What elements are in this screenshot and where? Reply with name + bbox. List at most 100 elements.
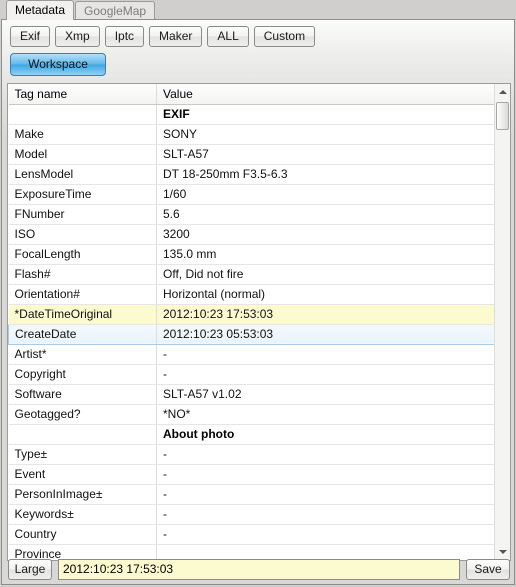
cell-value[interactable]: - bbox=[156, 444, 494, 465]
table-header-row: Tag name Value bbox=[8, 84, 494, 105]
filter-button-exif[interactable]: Exif bbox=[10, 26, 51, 47]
table-row[interactable]: FocalLength 135.0 mm bbox=[8, 244, 494, 265]
metadata-panel: Exif Xmp Iptc Maker ALL Custom Workspace bbox=[1, 19, 515, 585]
cell-value[interactable]: SONY bbox=[156, 124, 494, 145]
table-row[interactable]: Geotagged? *NO* bbox=[8, 404, 494, 425]
cell-value[interactable]: 5.6 bbox=[156, 204, 494, 225]
cell-tag-name[interactable]: Software bbox=[8, 384, 157, 405]
table-row[interactable]: Orientation# Horizontal (normal) bbox=[8, 284, 494, 305]
cell-value[interactable]: About photo bbox=[156, 424, 494, 445]
cell-tag-name[interactable]: Keywords± bbox=[8, 504, 157, 525]
cell-tag-name[interactable]: Model bbox=[8, 144, 157, 165]
table-row[interactable]: *DateTimeOriginal 2012:10:23 17:53:03 bbox=[8, 304, 494, 325]
cell-value[interactable]: 2012:10:23 05:53:03 bbox=[156, 323, 494, 345]
cell-tag-name[interactable]: LensModel bbox=[8, 164, 157, 185]
table-row[interactable]: ExposureTime 1/60 bbox=[8, 184, 494, 205]
table-row[interactable]: Make SONY bbox=[8, 124, 494, 145]
table-row[interactable]: EXIF bbox=[8, 104, 494, 125]
filter-button-row: Exif Xmp Iptc Maker ALL Custom bbox=[10, 26, 316, 47]
filter-button-all[interactable]: ALL bbox=[207, 26, 249, 47]
large-button[interactable]: Large bbox=[8, 558, 52, 580]
cell-value[interactable]: 1/60 bbox=[156, 184, 494, 205]
cell-value[interactable]: - bbox=[156, 344, 494, 365]
cell-value[interactable]: - bbox=[156, 464, 494, 485]
table-row[interactable]: FNumber 5.6 bbox=[8, 204, 494, 225]
cell-tag-name[interactable]: Artist* bbox=[8, 344, 157, 365]
cell-value[interactable]: 3200 bbox=[156, 224, 494, 245]
table-row[interactable]: Country - bbox=[8, 524, 494, 545]
cell-tag-name[interactable]: *DateTimeOriginal bbox=[8, 304, 157, 325]
cell-value[interactable]: SLT-A57 v1.02 bbox=[156, 384, 494, 405]
filter-button-maker[interactable]: Maker bbox=[149, 26, 203, 47]
table-row[interactable]: Keywords± - bbox=[8, 504, 494, 525]
filter-button-custom[interactable]: Custom bbox=[253, 26, 316, 47]
metadata-table-container: Tag name Value EXIF Make SONY Model SLT-A57 L… bbox=[7, 83, 511, 561]
column-header-value[interactable]: Value bbox=[156, 84, 494, 105]
cell-value[interactable]: *NO* bbox=[156, 404, 494, 425]
filter-button-xmp-label: Xmp bbox=[65, 29, 90, 43]
table-row[interactable]: Artist* - bbox=[8, 344, 494, 365]
table-row[interactable]: Event - bbox=[8, 464, 494, 485]
cell-tag-name[interactable]: Orientation# bbox=[8, 284, 157, 305]
cell-value[interactable]: Off, Did not fire bbox=[156, 264, 494, 285]
cell-tag-name[interactable]: ISO bbox=[8, 224, 157, 245]
filter-button-iptc[interactable]: Iptc bbox=[104, 26, 145, 47]
cell-value[interactable]: - bbox=[156, 524, 494, 545]
table-row[interactable]: PersonInImage± - bbox=[8, 484, 494, 505]
cell-value[interactable]: DT 18-250mm F3.5-6.3 bbox=[156, 164, 494, 185]
tab-googlemap[interactable]: GoogleMap bbox=[75, 1, 156, 20]
filter-button-custom-label: Custom bbox=[263, 29, 306, 43]
workspace-button[interactable]: Workspace bbox=[10, 53, 106, 76]
cell-value[interactable]: EXIF bbox=[156, 104, 494, 125]
cell-tag-name[interactable] bbox=[8, 424, 157, 445]
cell-value[interactable]: 2012:10:23 17:53:03 bbox=[156, 304, 494, 325]
metadata-table-body: EXIF Make SONY Model SLT-A57 LensModel DT 18-2… bbox=[8, 104, 494, 560]
cell-value[interactable]: - bbox=[156, 364, 494, 385]
tab-metadata-label: Metadata bbox=[15, 3, 66, 17]
cell-tag-name[interactable]: Type± bbox=[8, 444, 157, 465]
cell-tag-name[interactable]: Make bbox=[8, 124, 157, 145]
table-row[interactable]: LensModel DT 18-250mm F3.5-6.3 bbox=[8, 164, 494, 185]
cell-value[interactable]: - bbox=[156, 504, 494, 525]
table-row[interactable]: Type± - bbox=[8, 444, 494, 465]
cell-tag-name[interactable]: Country bbox=[8, 524, 157, 545]
vertical-scrollbar[interactable] bbox=[494, 84, 510, 560]
tab-metadata[interactable]: Metadata bbox=[6, 0, 75, 20]
table-row[interactable]: Flash# Off, Did not fire bbox=[8, 264, 494, 285]
cell-tag-name[interactable]: Geotagged? bbox=[8, 404, 157, 425]
table-row[interactable]: ISO 3200 bbox=[8, 224, 494, 245]
filter-button-exif-label: Exif bbox=[20, 29, 41, 43]
scroll-up-button[interactable] bbox=[495, 84, 510, 100]
cell-tag-name[interactable]: FNumber bbox=[8, 204, 157, 225]
filter-button-maker-label: Maker bbox=[159, 29, 193, 43]
workspace-button-row: Workspace bbox=[10, 53, 106, 76]
cell-tag-name[interactable]: Flash# bbox=[8, 264, 157, 285]
cell-tag-name[interactable] bbox=[8, 104, 157, 125]
triangle-up-icon bbox=[498, 90, 507, 94]
cell-tag-name[interactable]: CreateDate bbox=[8, 323, 157, 345]
metadata-table: Tag name Value EXIF Make SONY Model SLT-A57 L… bbox=[8, 84, 494, 560]
cell-tag-name[interactable]: PersonInImage± bbox=[8, 484, 157, 505]
cell-value[interactable]: - bbox=[156, 484, 494, 505]
save-button-label: Save bbox=[474, 561, 502, 576]
cell-tag-name[interactable]: ExposureTime bbox=[8, 184, 157, 205]
filter-button-all-label: ALL bbox=[217, 29, 239, 43]
cell-value[interactable]: 135.0 mm bbox=[156, 244, 494, 265]
table-row[interactable]: Copyright - bbox=[8, 364, 494, 385]
cell-tag-name[interactable]: FocalLength bbox=[8, 244, 157, 265]
column-header-tag-name[interactable]: Tag name bbox=[8, 84, 157, 105]
cell-tag-name[interactable]: Copyright bbox=[8, 364, 157, 385]
scrollbar-thumb[interactable] bbox=[496, 102, 509, 130]
save-button[interactable]: Save bbox=[466, 558, 510, 580]
table-row[interactable]: Model SLT-A57 bbox=[8, 144, 494, 165]
table-row[interactable]: Software SLT-A57 v1.02 bbox=[8, 384, 494, 405]
workspace-button-label: Workspace bbox=[28, 57, 88, 71]
cell-tag-name[interactable]: Event bbox=[8, 464, 157, 485]
filter-button-iptc-label: Iptc bbox=[114, 29, 135, 43]
value-edit-input[interactable] bbox=[58, 558, 460, 580]
filter-button-xmp[interactable]: Xmp bbox=[55, 26, 100, 47]
cell-value[interactable]: SLT-A57 bbox=[156, 144, 494, 165]
cell-value[interactable]: Horizontal (normal) bbox=[156, 284, 494, 305]
table-row[interactable]: About photo bbox=[8, 424, 494, 445]
table-row[interactable]: CreateDate 2012:10:23 05:53:03 bbox=[8, 323, 494, 345]
